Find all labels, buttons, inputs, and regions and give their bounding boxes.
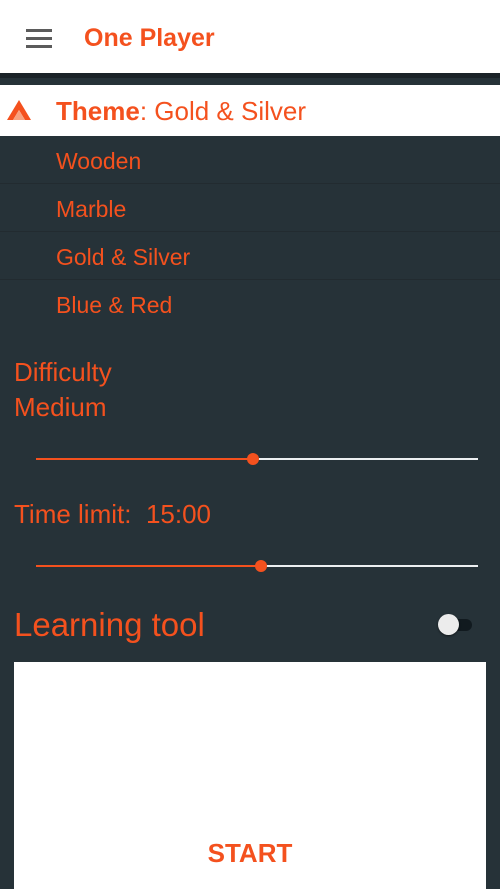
theme-label: Theme: [56, 96, 140, 126]
start-card: START: [14, 662, 486, 889]
theme-option-label: Gold & Silver: [56, 244, 191, 270]
theme-option-gold-silver[interactable]: Gold & Silver: [0, 232, 500, 280]
slider-fill: [36, 458, 253, 460]
theme-option-blue-red[interactable]: Blue & Red: [0, 280, 500, 328]
start-button[interactable]: START: [14, 838, 486, 869]
theme-option-wooden[interactable]: Wooden: [0, 136, 500, 184]
learning-tool-label: Learning tool: [14, 606, 205, 643]
theme-option-label: Wooden: [56, 148, 142, 174]
difficulty-slider[interactable]: [36, 449, 478, 469]
slider-thumb[interactable]: [255, 560, 268, 572]
theme-option-marble[interactable]: Marble: [0, 184, 500, 232]
theme-option-label: Blue & Red: [56, 292, 173, 318]
theme-selected-value: Gold & Silver: [154, 96, 306, 126]
learning-tool-switch[interactable]: [438, 614, 474, 636]
time-limit-title: Time limit:: [14, 499, 132, 529]
slider-fill: [36, 565, 262, 567]
slider-thumb[interactable]: [246, 453, 259, 465]
difficulty-value: Medium: [14, 392, 107, 422]
theme-options-list: Wooden Marble Gold & Silver Blue & Red: [0, 136, 500, 328]
app-title: One Player: [84, 24, 215, 52]
switch-thumb[interactable]: [438, 614, 459, 635]
time-limit-slider[interactable]: [36, 556, 478, 576]
hamburger-menu-icon[interactable]: [26, 29, 52, 49]
theme-current[interactable]: Theme: Gold & Silver: [56, 96, 306, 127]
theme-option-label: Marble: [56, 196, 127, 222]
time-limit-label: Time limit: 15:00: [14, 499, 211, 530]
theme-separator: :: [139, 96, 155, 126]
app-bar: One Player: [0, 0, 500, 78]
difficulty-label: Difficulty: [14, 357, 112, 387]
chevron-up-icon[interactable]: [6, 99, 32, 121]
time-limit-value: 15:00: [145, 499, 212, 529]
